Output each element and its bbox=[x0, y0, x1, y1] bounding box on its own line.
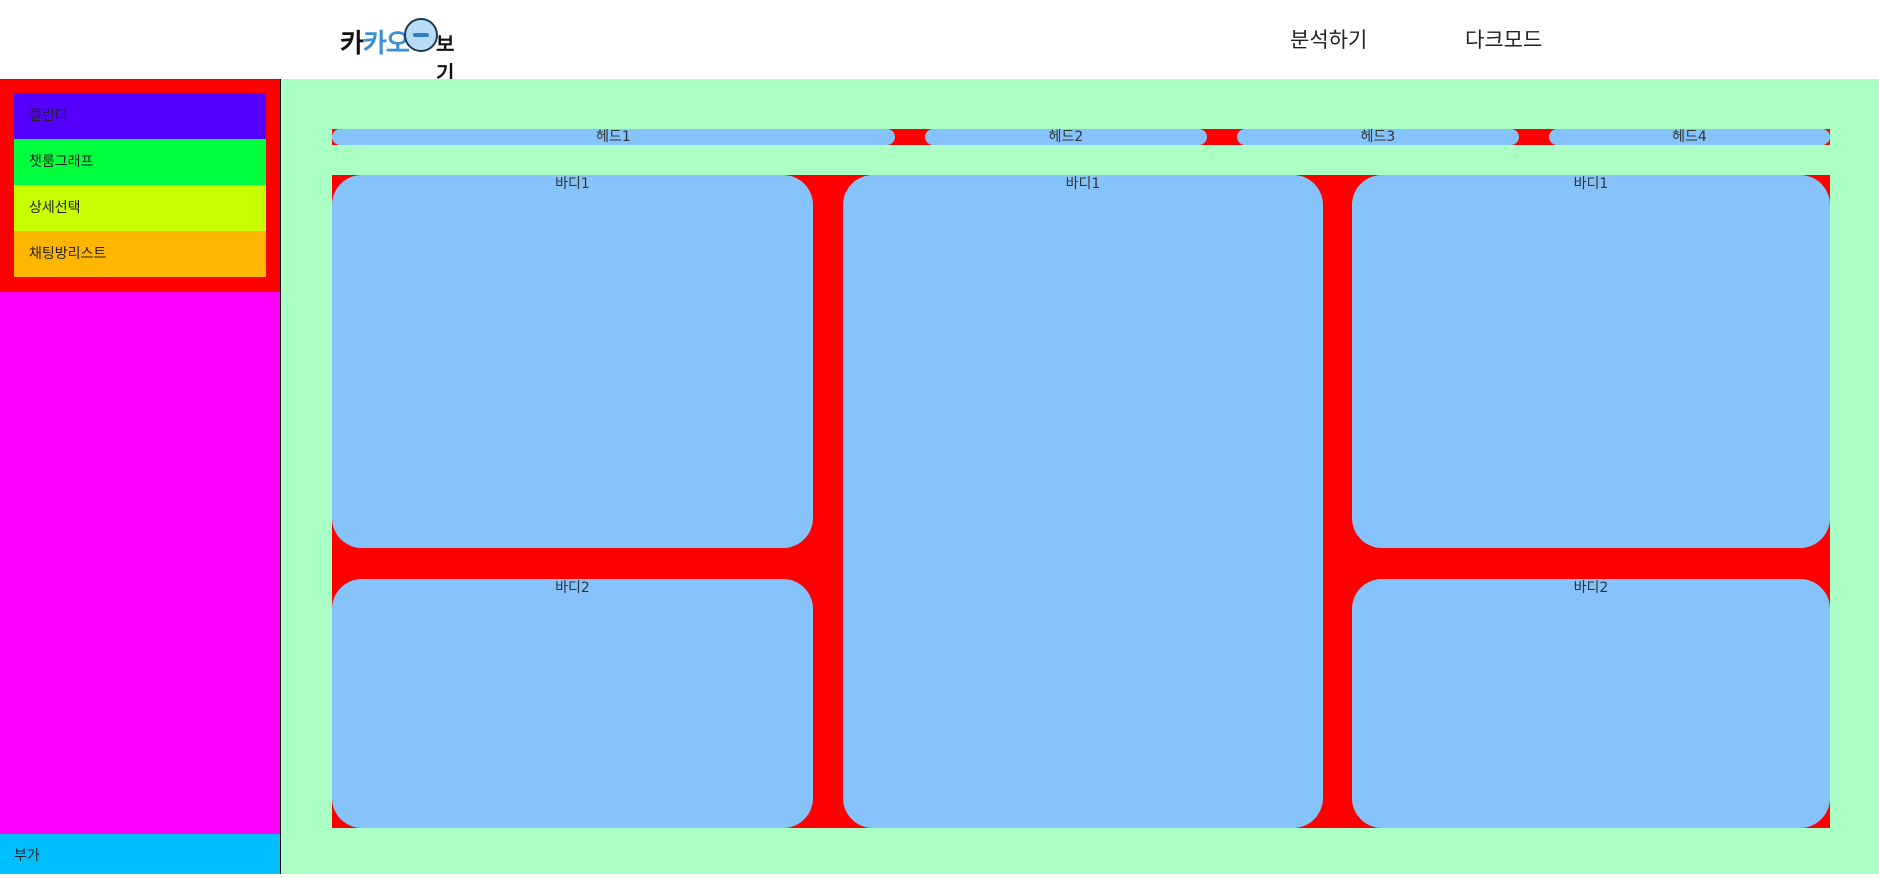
logo-wordmark-tail: 보기 bbox=[436, 32, 455, 85]
sidebar-item-chat-room-list[interactable]: 채팅방리스트 bbox=[14, 231, 266, 277]
card-title: 바디1 bbox=[555, 176, 590, 192]
nav-analyze[interactable]: 분석하기 bbox=[1290, 24, 1367, 54]
sidebar-menu: 캘린더 챗룸그래프 상세선택 채팅방리스트 bbox=[0, 79, 280, 292]
card-middle[interactable]: 바디1 bbox=[843, 175, 1323, 828]
sidebar: 캘린더 챗룸그래프 상세선택 채팅방리스트 부가 bbox=[0, 79, 281, 874]
head-1[interactable]: 헤드1 bbox=[332, 129, 895, 145]
card-left-top[interactable]: 바디1 bbox=[332, 175, 813, 548]
sidebar-item-detail-select[interactable]: 상세선택 bbox=[14, 185, 266, 231]
nav-dark-mode[interactable]: 다크모드 bbox=[1465, 24, 1542, 54]
top-header: 카카오 보기 분석하기 다크모드 bbox=[0, 0, 1879, 85]
logo-wordmark: 카카오 bbox=[340, 29, 410, 59]
magnifier-icon bbox=[404, 18, 438, 52]
card-right-top[interactable]: 바디1 bbox=[1352, 175, 1830, 548]
card-title: 바디1 bbox=[1065, 176, 1101, 192]
head-2[interactable]: 헤드2 bbox=[925, 129, 1207, 145]
sidebar-item-calendar[interactable]: 캘린더 bbox=[14, 93, 266, 139]
card-title: 바디2 bbox=[1573, 580, 1609, 596]
head-4[interactable]: 헤드4 bbox=[1549, 129, 1830, 145]
sidebar-item-chatroom-graph[interactable]: 챗룸그래프 bbox=[14, 139, 266, 185]
head-3[interactable]: 헤드3 bbox=[1237, 129, 1519, 145]
sidebar-extra[interactable]: 부가 bbox=[0, 834, 280, 874]
card-title: 바디2 bbox=[555, 580, 590, 596]
main-content: 헤드1 헤드2 헤드3 헤드4 바디1 바디2 바디1 바디1 바디2 bbox=[281, 79, 1879, 874]
app-logo[interactable]: 카카오 보기 bbox=[340, 18, 464, 85]
card-title: 바디1 bbox=[1573, 176, 1609, 192]
card-right-bottom[interactable]: 바디2 bbox=[1352, 579, 1830, 828]
card-left-bottom[interactable]: 바디2 bbox=[332, 579, 813, 828]
